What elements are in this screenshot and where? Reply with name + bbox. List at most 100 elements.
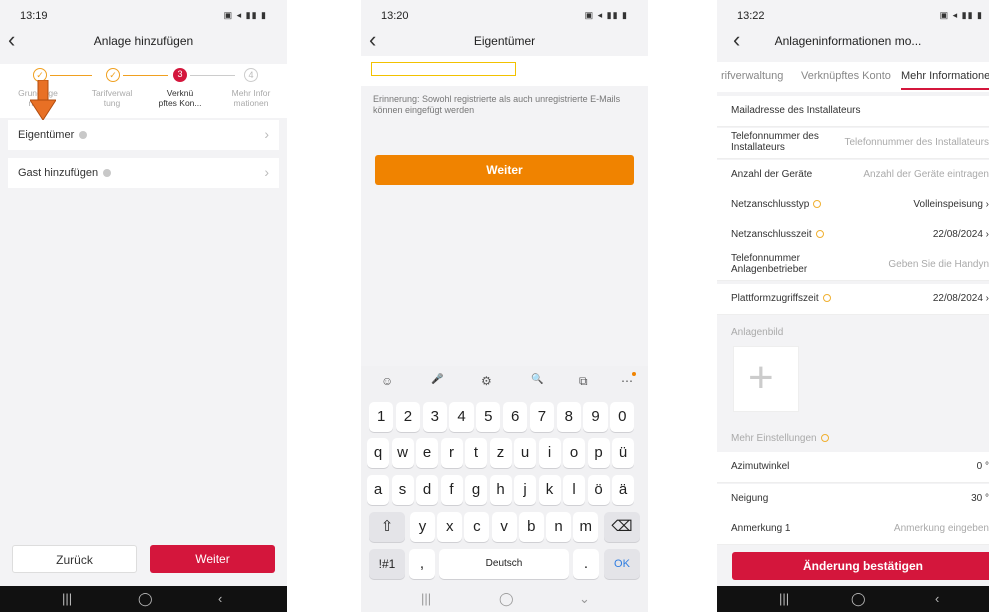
ok-key[interactable]: OK [604,549,640,579]
key-4[interactable]: 4 [449,402,474,432]
field-row[interactable]: Anmerkung 1 Anmerkung eingeben [717,514,989,545]
key-t[interactable]: t [465,438,487,468]
back-button[interactable]: Zurück [12,545,137,573]
key-n[interactable]: n [546,512,571,542]
search-icon[interactable]: 🔍 [531,374,543,385]
add-guest-row[interactable]: Gast hinzufügen › [8,158,279,188]
key-y[interactable]: y [410,512,435,542]
comma-key[interactable]: , [409,549,435,579]
recent-apps-icon[interactable]: ||| [779,591,789,606]
help-icon[interactable] [822,294,831,302]
key-b[interactable]: b [518,512,544,542]
key-6[interactable]: 6 [503,402,528,432]
plant-image-label: Anlagenbild [731,327,784,338]
owner-label: Eigentümer [18,129,75,141]
field-row[interactable]: Anzahl der Geräte Anzahl der Geräte eintr… [717,160,989,191]
key-0[interactable]: 0 [610,402,635,432]
field-row[interactable]: Neigung 30 ° [717,484,989,515]
key-v[interactable]: v [491,512,517,542]
nav-back-icon[interactable]: ‹ [935,591,939,606]
next-button[interactable]: Weiter [375,155,634,185]
key-7[interactable]: 7 [529,402,555,432]
field-row[interactable]: Netzanschlusszeit 22/08/2024 › [717,220,989,251]
key-5[interactable]: 5 [476,402,501,432]
key-w[interactable]: w [391,438,414,468]
field-row[interactable]: Netzanschlusstyp Volleinspeisung › [717,190,989,221]
key-1[interactable]: 1 [369,402,394,432]
next-button[interactable]: Weiter [150,545,275,573]
key-f[interactable]: f [440,475,463,505]
key-8[interactable]: 8 [556,402,581,432]
field-row[interactable]: Plattformzugriffszeit 22/08/2024 › [717,284,989,315]
phone-screen-plant-info: 13:22 ▣ ◂ ▮▮ ▮ ‹ Anlageninformationen mo… [717,0,989,612]
email-field[interactable] [371,62,516,76]
symbols-key[interactable]: !#1 [369,549,405,579]
confirm-changes-button[interactable]: Änderung bestätigen [732,552,989,580]
period-key[interactable]: . [573,549,599,579]
key-u[interactable]: u [514,438,536,468]
page-title: Anlageninformationen mo... [774,34,922,48]
step-connector [50,75,92,76]
key-h[interactable]: h [489,475,512,505]
step-connector [123,75,168,76]
key-r[interactable]: r [440,438,463,468]
key-g[interactable]: g [465,475,487,505]
email-field-row [361,56,648,86]
emoji-icon[interactable]: ☺ [381,374,393,388]
key-x[interactable]: x [437,512,463,542]
more-icon[interactable]: ⋯ [621,374,633,388]
key-l[interactable]: l [563,475,585,505]
key-9[interactable]: 9 [583,402,608,432]
home-icon[interactable]: ◯ [138,591,153,607]
tab-tariff[interactable]: rifverwaltung [721,70,783,82]
help-icon[interactable] [103,169,112,177]
field-label: Mailadresse des Installateurs [731,105,861,116]
field-row[interactable]: Telefonnummer des Installateurs Telefonnu… [717,128,989,159]
key-k[interactable]: k [538,475,561,505]
key-ö[interactable]: ö [587,475,610,505]
key-2[interactable]: 2 [395,402,421,432]
tab-linked-account[interactable]: Verknüpftes Konto [801,70,891,82]
key-o[interactable]: o [563,438,585,468]
help-icon[interactable] [813,200,822,208]
key-m[interactable]: m [573,512,599,542]
key-3[interactable]: 3 [422,402,447,432]
recent-apps-icon[interactable]: ||| [421,591,431,606]
help-icon[interactable] [79,131,88,139]
space-key[interactable]: Deutsch [439,549,569,579]
key-a[interactable]: a [367,475,389,505]
key-ü[interactable]: ü [612,438,634,468]
system-nav-bar: ||| ◯ ‹ [717,586,989,612]
add-image-button[interactable]: + [733,346,799,412]
keyboard-hide-icon[interactable]: ⌄ [579,591,590,607]
help-icon[interactable] [815,230,824,238]
recent-apps-icon[interactable]: ||| [62,591,72,606]
key-q[interactable]: q [367,438,389,468]
help-icon[interactable] [820,434,829,442]
field-row[interactable]: Mailadresse des Installateurs [717,96,989,127]
backspace-key[interactable]: ⌫ [604,512,640,542]
key-p[interactable]: p [587,438,610,468]
home-icon[interactable]: ◯ [851,591,866,607]
microphone-icon[interactable]: 🎤 [431,374,443,385]
shift-key[interactable]: ⇧ [369,512,405,542]
key-e[interactable]: e [416,438,438,468]
owner-row[interactable]: Eigentümer › [8,120,279,150]
nav-back-icon[interactable]: ‹ [218,591,222,606]
key-ä[interactable]: ä [612,475,634,505]
chevron-right-icon: › [264,126,269,142]
status-time: 13:19 [20,10,48,22]
key-i[interactable]: i [538,438,561,468]
settings-icon[interactable]: ⚙ [481,374,492,388]
clipboard-icon[interactable]: ⧉ [579,374,588,389]
tab-more-info[interactable]: Mehr Informationen [901,70,989,82]
key-c[interactable]: c [464,512,490,542]
key-d[interactable]: d [416,475,438,505]
home-icon[interactable]: ◯ [499,591,514,607]
field-label: Telefonnummer Anlagenbetrieber [731,253,808,275]
field-row[interactable]: Telefonnummer Anlagenbetrieber Geben Sie … [717,250,989,281]
field-row[interactable]: Azimutwinkel 0 ° [717,452,989,483]
key-z[interactable]: z [489,438,512,468]
key-j[interactable]: j [514,475,536,505]
key-s[interactable]: s [391,475,414,505]
